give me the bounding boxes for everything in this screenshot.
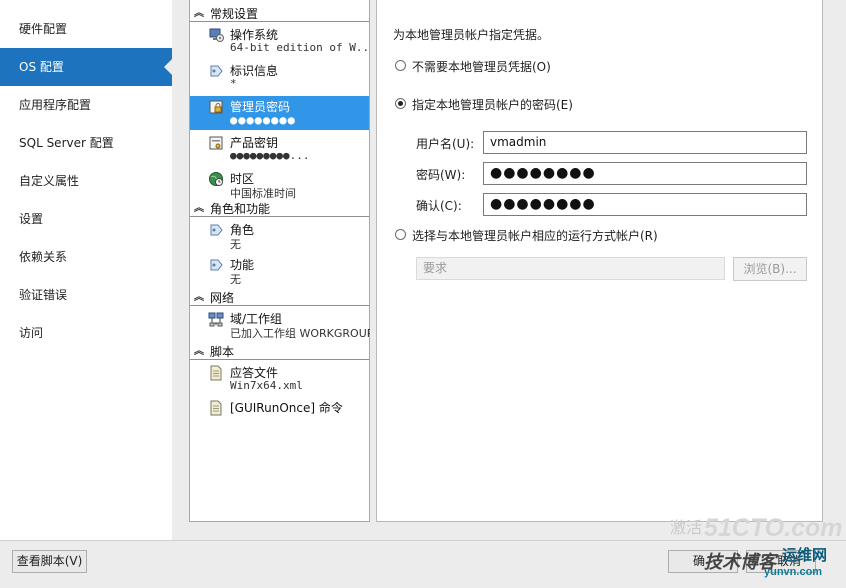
- settings-nav: 硬件配置 OS 配置 应用程序配置 SQL Server 配置 自定义属性 设置…: [0, 0, 172, 540]
- tree-item-answer-file[interactable]: 应答文件 Win7x64.xml: [190, 362, 369, 396]
- panel-heading: 为本地管理员帐户指定凭据。: [393, 28, 550, 42]
- collapse-chevron-icon: ︽: [194, 292, 204, 303]
- group-general[interactable]: ︽ 常规设置: [190, 6, 369, 22]
- tree-item-subtitle: Win7x64.xml: [230, 379, 303, 392]
- watermark-activate: 激活: [670, 520, 703, 537]
- radio-runas-account[interactable]: [395, 229, 406, 240]
- script-document-icon: [210, 400, 222, 416]
- admin-password-panel: 为本地管理员帐户指定凭据。 不需要本地管理员凭据(O) 指定本地管理员帐户的密码…: [376, 0, 823, 522]
- confirm-password-input[interactable]: ●●●●●●●●: [483, 193, 807, 216]
- tree-item-title: [GUIRunOnce] 命令: [230, 401, 343, 415]
- tree-item-subtitle: ●●●●●●●●: [230, 113, 296, 127]
- nav-item-os-config[interactable]: OS 配置: [0, 48, 172, 86]
- tree-item-os[interactable]: 操作系统 64-bit edition of W...: [190, 24, 376, 58]
- feature-tag-icon: [210, 259, 223, 271]
- runas-account-input[interactable]: 要求: [416, 257, 725, 280]
- collapse-chevron-icon: ︽: [194, 203, 204, 214]
- nav-item-access[interactable]: 访问: [0, 314, 172, 352]
- radio-no-admin-credentials-label[interactable]: 不需要本地管理员凭据(O): [412, 58, 551, 75]
- id-tag-icon: [210, 65, 223, 77]
- password-label: 密码(W):: [416, 168, 466, 182]
- nav-item-settings[interactable]: 设置: [0, 200, 172, 238]
- group-network[interactable]: ︽ 网络: [190, 290, 369, 306]
- tree-item-identity[interactable]: 标识信息 *: [190, 60, 369, 94]
- group-scripts[interactable]: ︽ 脚本: [190, 344, 369, 360]
- username-input[interactable]: vmadmin: [483, 131, 807, 154]
- tree-item-subtitle: ●●●●●●●●●...: [230, 149, 310, 162]
- nav-item-custom-props[interactable]: 自定义属性: [0, 162, 172, 200]
- tree-item-admin-password[interactable]: 管理员密码 ●●●●●●●●: [190, 96, 369, 130]
- role-tag-icon: [210, 224, 223, 236]
- password-lock-icon: [209, 100, 223, 114]
- nav-item-hardware[interactable]: 硬件配置: [0, 10, 172, 48]
- watermark-yunwei: 运维网: [782, 547, 828, 564]
- tree-item-subtitle: 已加入工作组 WORKGROUP: [230, 327, 374, 340]
- collapse-chevron-icon: ︽: [194, 8, 204, 19]
- collapse-chevron-icon: ︽: [194, 346, 204, 357]
- radio-specify-password[interactable]: [395, 98, 406, 109]
- password-input[interactable]: ●●●●●●●●: [483, 162, 807, 185]
- watermark-site: 51CTO.com: [704, 514, 843, 542]
- view-script-button[interactable]: 查看脚本(V): [12, 550, 87, 573]
- tree-item-guirunonce[interactable]: [GUIRunOnce] 命令: [190, 397, 369, 431]
- tree-item-product-key[interactable]: 产品密钥 ●●●●●●●●●...: [190, 132, 369, 166]
- group-roles-features[interactable]: ︽ 角色和功能: [190, 201, 369, 217]
- tree-item-subtitle: 无: [230, 273, 241, 286]
- settings-tree: ︽ 常规设置 操作系统 64-bit edition of W... 标识信息 …: [189, 0, 376, 522]
- nav-item-app-config[interactable]: 应用程序配置: [0, 86, 172, 124]
- username-label: 用户名(U):: [416, 137, 475, 151]
- tree-item-timezone[interactable]: 时区 中国标准时间: [190, 168, 369, 202]
- tree-item-features[interactable]: 功能 无: [190, 254, 369, 288]
- network-computers-icon: [208, 312, 224, 327]
- right-edge-strip: [823, 0, 846, 540]
- confirm-label: 确认(C):: [416, 199, 462, 213]
- nav-gutter: [172, 0, 189, 540]
- nav-item-dependencies[interactable]: 依赖关系: [0, 238, 172, 276]
- globe-clock-icon: [209, 172, 223, 186]
- tree-item-subtitle: 64-bit edition of W...: [230, 41, 376, 54]
- nav-item-sql-config[interactable]: SQL Server 配置: [0, 124, 172, 162]
- tree-item-roles[interactable]: 角色 无: [190, 219, 369, 253]
- computer-disc-icon: [209, 28, 224, 42]
- group-label: 网络: [210, 291, 235, 305]
- group-label: 角色和功能: [210, 202, 271, 216]
- tree-item-subtitle: 无: [230, 238, 241, 251]
- watermark-url: yunvn.com: [764, 566, 823, 578]
- tree-item-title: 标识信息: [230, 64, 279, 78]
- product-key-icon: [209, 136, 223, 150]
- nav-item-validation-errors[interactable]: 验证错误: [0, 276, 172, 314]
- radio-specify-password-label[interactable]: 指定本地管理员帐户的密码(E): [412, 96, 573, 113]
- tree-item-subtitle: 中国标准时间: [230, 187, 296, 200]
- group-label: 常规设置: [210, 7, 259, 21]
- radio-runas-account-label[interactable]: 选择与本地管理员帐户相应的运行方式帐户(R): [412, 227, 658, 244]
- group-label: 脚本: [210, 345, 235, 359]
- browse-button[interactable]: 浏览(B)...: [733, 257, 807, 281]
- radio-no-admin-credentials[interactable]: [395, 60, 406, 71]
- tree-item-subtitle: *: [230, 77, 237, 90]
- tree-item-domain-workgroup[interactable]: 域/工作组 已加入工作组 WORKGROUP: [190, 308, 373, 342]
- document-icon: [210, 365, 222, 381]
